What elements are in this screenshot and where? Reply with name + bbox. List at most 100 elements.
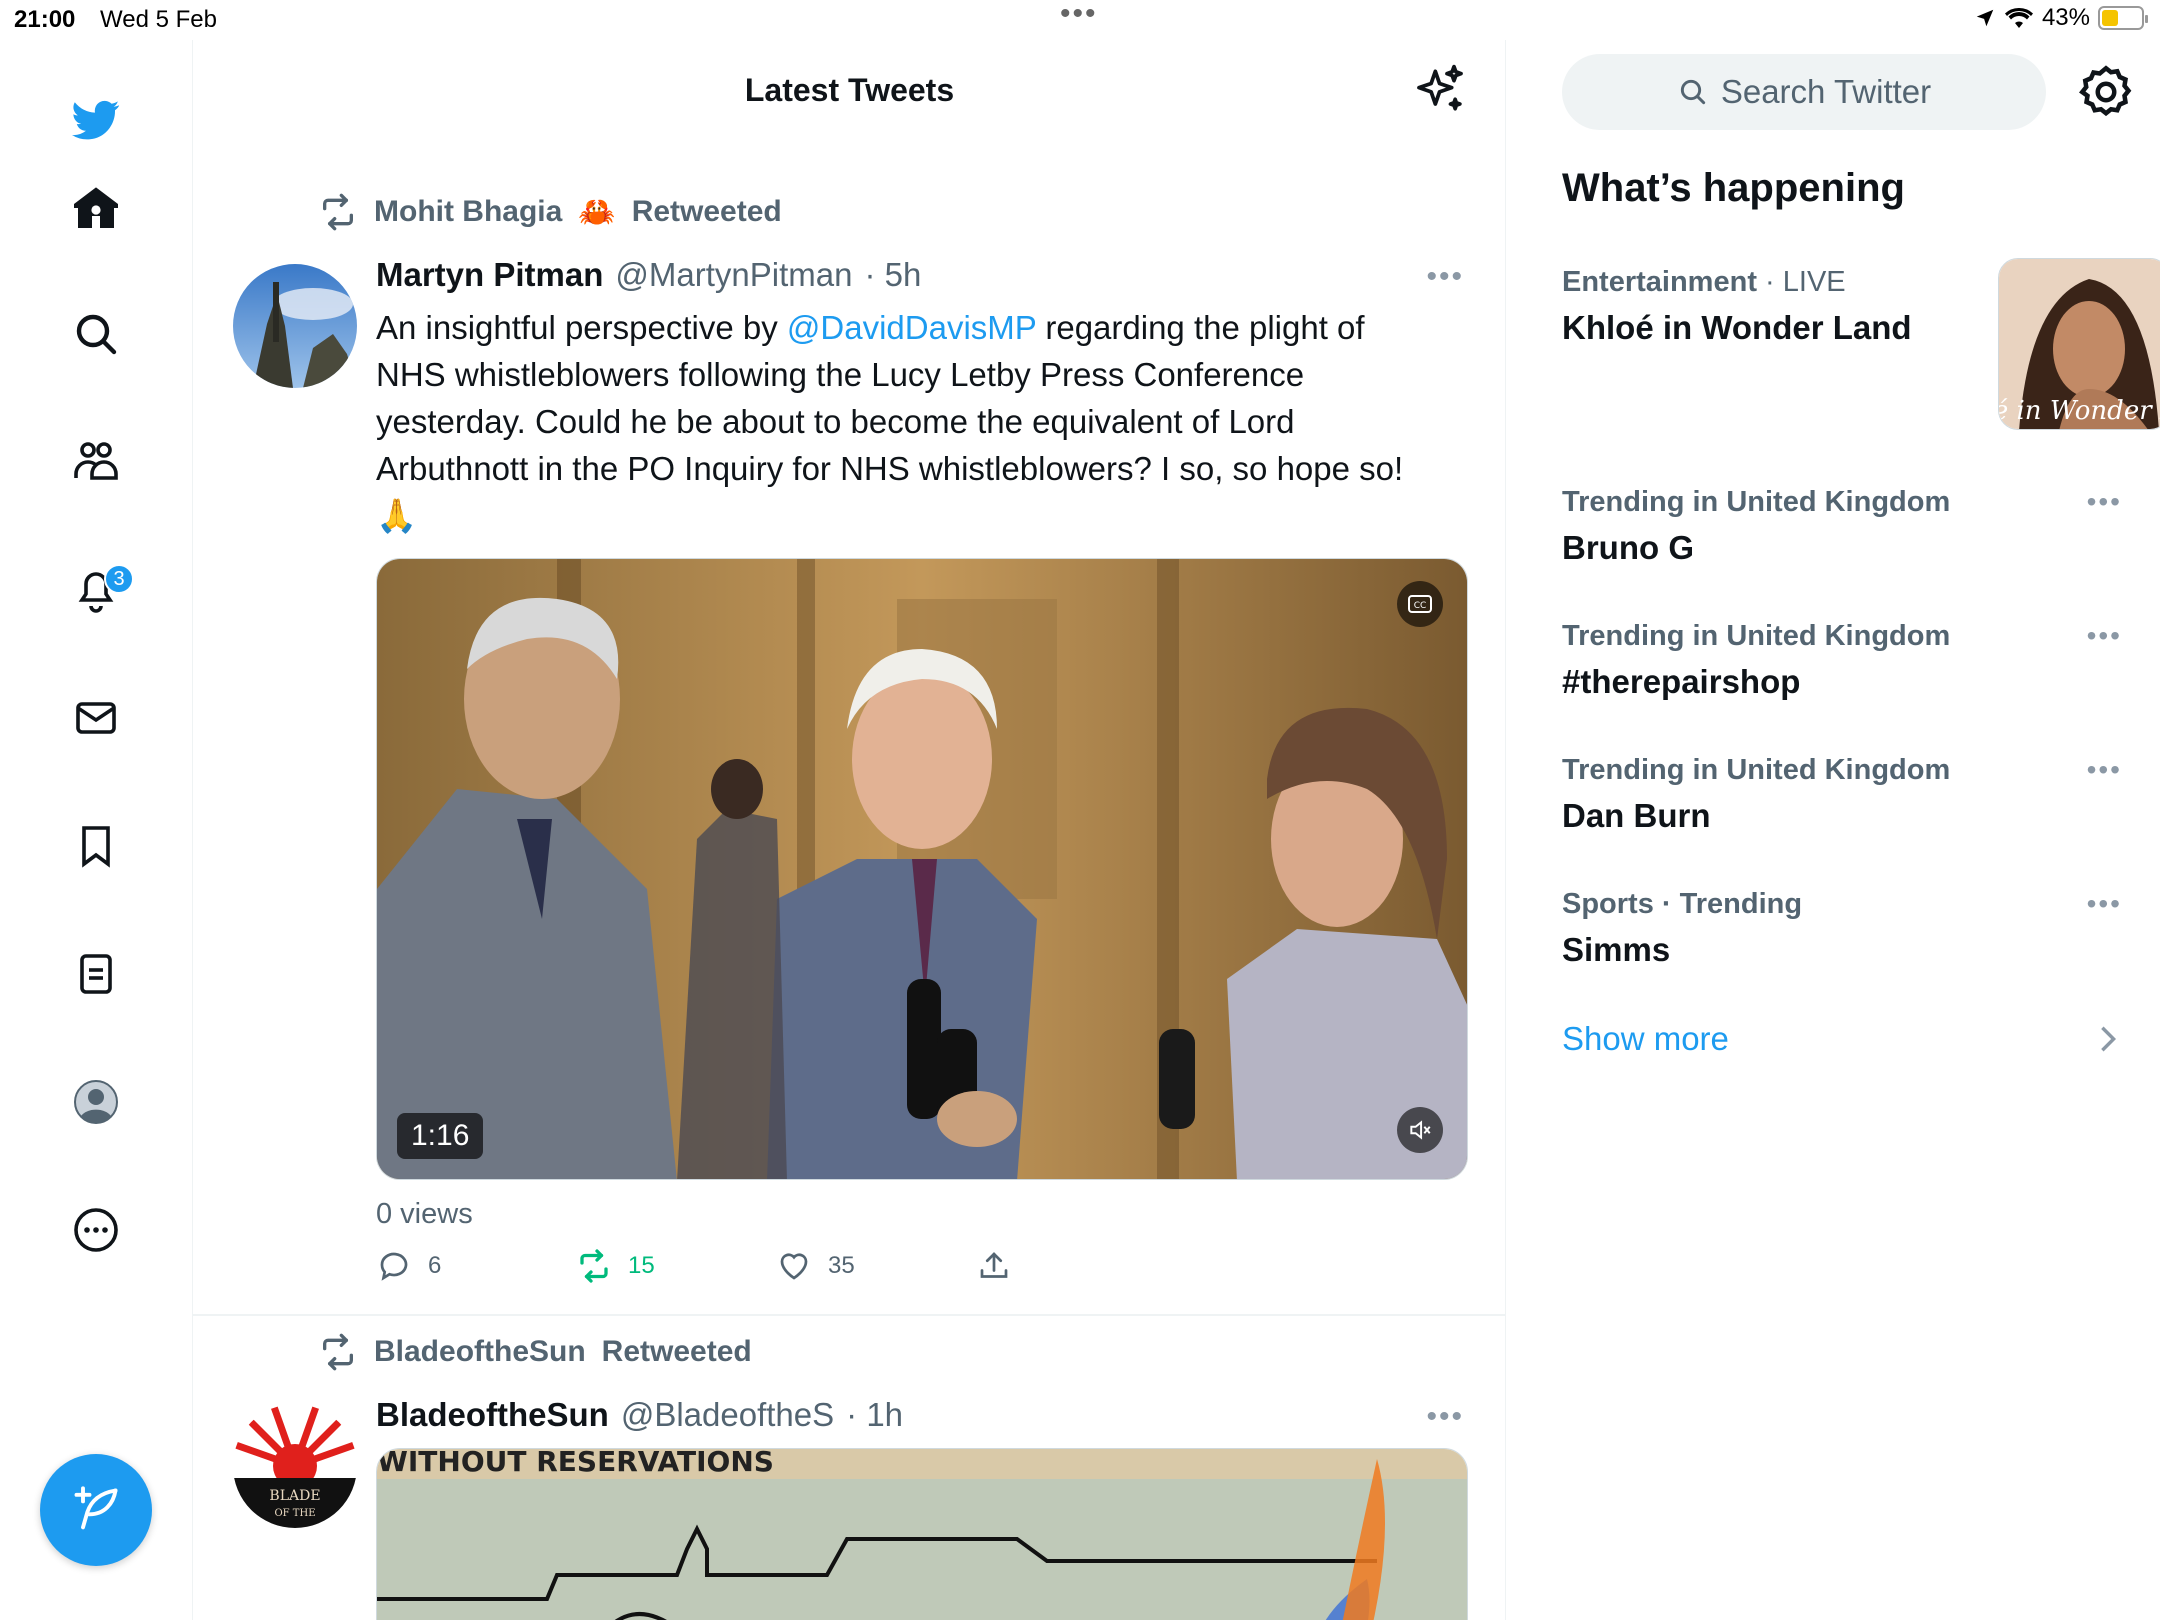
svg-text:CC: CC bbox=[1414, 601, 1427, 611]
trend-item[interactable]: Trending in United Kingdom Dan Burn ••• bbox=[1562, 754, 2122, 835]
communities-icon[interactable] bbox=[66, 432, 126, 492]
author-handle[interactable]: @MartynPitman bbox=[615, 256, 852, 294]
home-icon[interactable] bbox=[66, 178, 126, 238]
retweet-context[interactable]: BladeoftheSun Retweeted bbox=[318, 1332, 752, 1372]
trend-more-icon[interactable]: ••• bbox=[2087, 754, 2122, 786]
retweeted-label: Retweeted bbox=[601, 1335, 752, 1368]
page-title: Latest Tweets bbox=[744, 72, 955, 108]
status-bar: 21:00 Wed 5 Feb ••• 43% bbox=[0, 0, 2160, 40]
gear-icon[interactable] bbox=[2076, 62, 2136, 122]
notifications-badge: 3 bbox=[104, 564, 134, 594]
multitasking-dots-icon[interactable]: ••• bbox=[1060, 0, 1098, 29]
trend-image-caption: é in Wonder L bbox=[1999, 396, 2160, 426]
left-nav: 3 bbox=[0, 40, 193, 1620]
author-name[interactable]: BladeoftheSun bbox=[376, 1396, 609, 1434]
retweet-count: 15 bbox=[628, 1252, 655, 1279]
volume-muted-icon bbox=[1410, 1120, 1431, 1140]
tweet[interactable]: BladeoftheSun Retweeted BLADE OF THE Bla… bbox=[193, 1316, 1506, 1620]
sparkle-icon[interactable] bbox=[1412, 62, 1468, 118]
trend-more-icon[interactable]: ••• bbox=[2087, 888, 2122, 920]
reply-button[interactable]: 6 bbox=[376, 1248, 441, 1284]
trend-item[interactable]: Trending in United Kingdom Bruno G ••• bbox=[1562, 486, 2122, 567]
retweet-icon bbox=[323, 1333, 353, 1371]
trend-category: Trending in United Kingdom bbox=[1562, 620, 1951, 652]
more-options-icon[interactable] bbox=[66, 1200, 126, 1260]
retweeted-by-name: BladeoftheSun bbox=[374, 1335, 586, 1368]
like-count: 35 bbox=[828, 1252, 855, 1279]
retweeted-by-emoji: 🦀 bbox=[578, 195, 616, 229]
video-thumbnail bbox=[377, 559, 1467, 1179]
reply-count: 6 bbox=[428, 1252, 442, 1279]
mention-link[interactable]: @DavidDavisMP bbox=[787, 309, 1036, 346]
show-more-link[interactable]: Show more bbox=[1562, 1020, 1729, 1058]
trend-topic: Bruno G bbox=[1562, 529, 1694, 566]
tweet-author-line: BladeoftheSun @BladeoftheS · 1h bbox=[376, 1396, 903, 1434]
trend-more-icon[interactable]: ••• bbox=[2087, 486, 2122, 518]
status-date: Wed 5 Feb bbox=[100, 6, 217, 33]
tweet-author-line: Martyn Pitman @MartynPitman · 5h bbox=[376, 256, 921, 294]
trend-topic: Simms bbox=[1562, 931, 1671, 968]
avatar[interactable]: BLADE OF THE bbox=[233, 1404, 357, 1528]
retweeted-by-name: Mohit Bhagia bbox=[374, 195, 563, 228]
messages-icon[interactable] bbox=[66, 688, 126, 748]
twitter-logo-icon[interactable] bbox=[66, 90, 126, 150]
trend-item[interactable]: Entertainment · LIVE Khloé in Wonder Lan… bbox=[1562, 258, 2160, 442]
search-icon[interactable] bbox=[66, 304, 126, 364]
trend-category: Entertainment bbox=[1562, 266, 1757, 298]
trend-item[interactable]: Sports · Trending Simms ••• bbox=[1562, 888, 2122, 969]
tweet-more-icon[interactable]: ••• bbox=[1426, 1400, 1464, 1434]
trend-category: Trending in United Kingdom bbox=[1562, 754, 1951, 786]
right-sidebar: Search Twitter What’s happening Entertai… bbox=[1506, 40, 2160, 1620]
search-input[interactable]: Search Twitter bbox=[1562, 54, 2046, 130]
battery-icon bbox=[2098, 6, 2148, 30]
tweet-text: An insightful perspective by @DavidDavis… bbox=[376, 304, 1436, 539]
trend-image-drawing: é in Wonder L bbox=[1999, 259, 2160, 429]
like-button[interactable]: 35 bbox=[776, 1248, 855, 1284]
retweet-button[interactable]: 15 bbox=[576, 1248, 655, 1284]
share-button[interactable] bbox=[976, 1248, 1012, 1284]
tweet-actions: 6 15 35 bbox=[376, 1248, 1076, 1298]
tweet-text-part: An insightful perspective by bbox=[376, 309, 787, 346]
captions-button[interactable]: CC bbox=[1397, 581, 1443, 627]
tweet-time[interactable]: · 1h bbox=[846, 1396, 903, 1434]
tweet[interactable]: Mohit Bhagia 🦀 Retweeted Martyn Pitman @… bbox=[193, 164, 1506, 1316]
tweet-image[interactable]: WITHOUT RESERVATIONS bbox=[376, 1448, 1468, 1620]
mute-button[interactable] bbox=[1397, 1107, 1443, 1153]
wifi-icon bbox=[2004, 7, 2033, 28]
trend-topic: Dan Burn bbox=[1562, 797, 1711, 834]
bookmarks-icon[interactable] bbox=[66, 816, 126, 876]
image-caption: WITHOUT RESERVATIONS bbox=[377, 1449, 774, 1478]
trend-image[interactable]: é in Wonder L bbox=[1998, 258, 2160, 430]
lists-icon[interactable] bbox=[66, 944, 126, 1004]
trend-item[interactable]: Trending in United Kingdom #therepairsho… bbox=[1562, 620, 2122, 701]
view-count: 0 views bbox=[376, 1198, 473, 1230]
chevron-right-icon[interactable] bbox=[2096, 1024, 2120, 1054]
compose-tweet-button[interactable] bbox=[40, 1454, 152, 1566]
share-icon bbox=[980, 1252, 1008, 1278]
timeline: Latest Tweets Mohit Bhagia 🦀 Retweeted M… bbox=[193, 40, 1506, 1620]
reply-icon bbox=[380, 1252, 408, 1281]
avatar[interactable] bbox=[233, 264, 357, 388]
battery-fill bbox=[2102, 10, 2119, 26]
avatar-text: OF THE bbox=[274, 1508, 315, 1519]
closed-captions-icon: CC bbox=[1408, 595, 1432, 613]
notifications-icon[interactable]: 3 bbox=[66, 560, 134, 620]
whats-happening-heading: What’s happening bbox=[1562, 166, 1905, 210]
heart-icon bbox=[780, 1253, 808, 1280]
profile-avatar-icon[interactable] bbox=[66, 1072, 126, 1132]
status-time: 21:00 bbox=[14, 6, 76, 33]
trend-category: Trending in United Kingdom bbox=[1562, 486, 1951, 518]
tweet-video[interactable]: CC 1:16 bbox=[376, 558, 1468, 1180]
author-name[interactable]: Martyn Pitman bbox=[376, 256, 603, 294]
author-handle[interactable]: @BladeoftheS bbox=[621, 1396, 834, 1434]
trend-more-icon[interactable]: ••• bbox=[2087, 620, 2122, 652]
tweet-time[interactable]: · 5h bbox=[864, 256, 921, 294]
trend-live-label: · LIVE bbox=[1756, 266, 1846, 298]
trend-topic: #therepairshop bbox=[1562, 663, 1801, 700]
location-icon bbox=[1976, 9, 1994, 27]
tweet-image-drawing: WITHOUT RESERVATIONS bbox=[377, 1449, 1467, 1620]
tweet-more-icon[interactable]: ••• bbox=[1426, 260, 1464, 294]
retweet-context[interactable]: Mohit Bhagia 🦀 Retweeted bbox=[318, 192, 782, 232]
search-placeholder: Search Twitter bbox=[1720, 73, 1932, 110]
search-icon bbox=[1680, 79, 1705, 105]
